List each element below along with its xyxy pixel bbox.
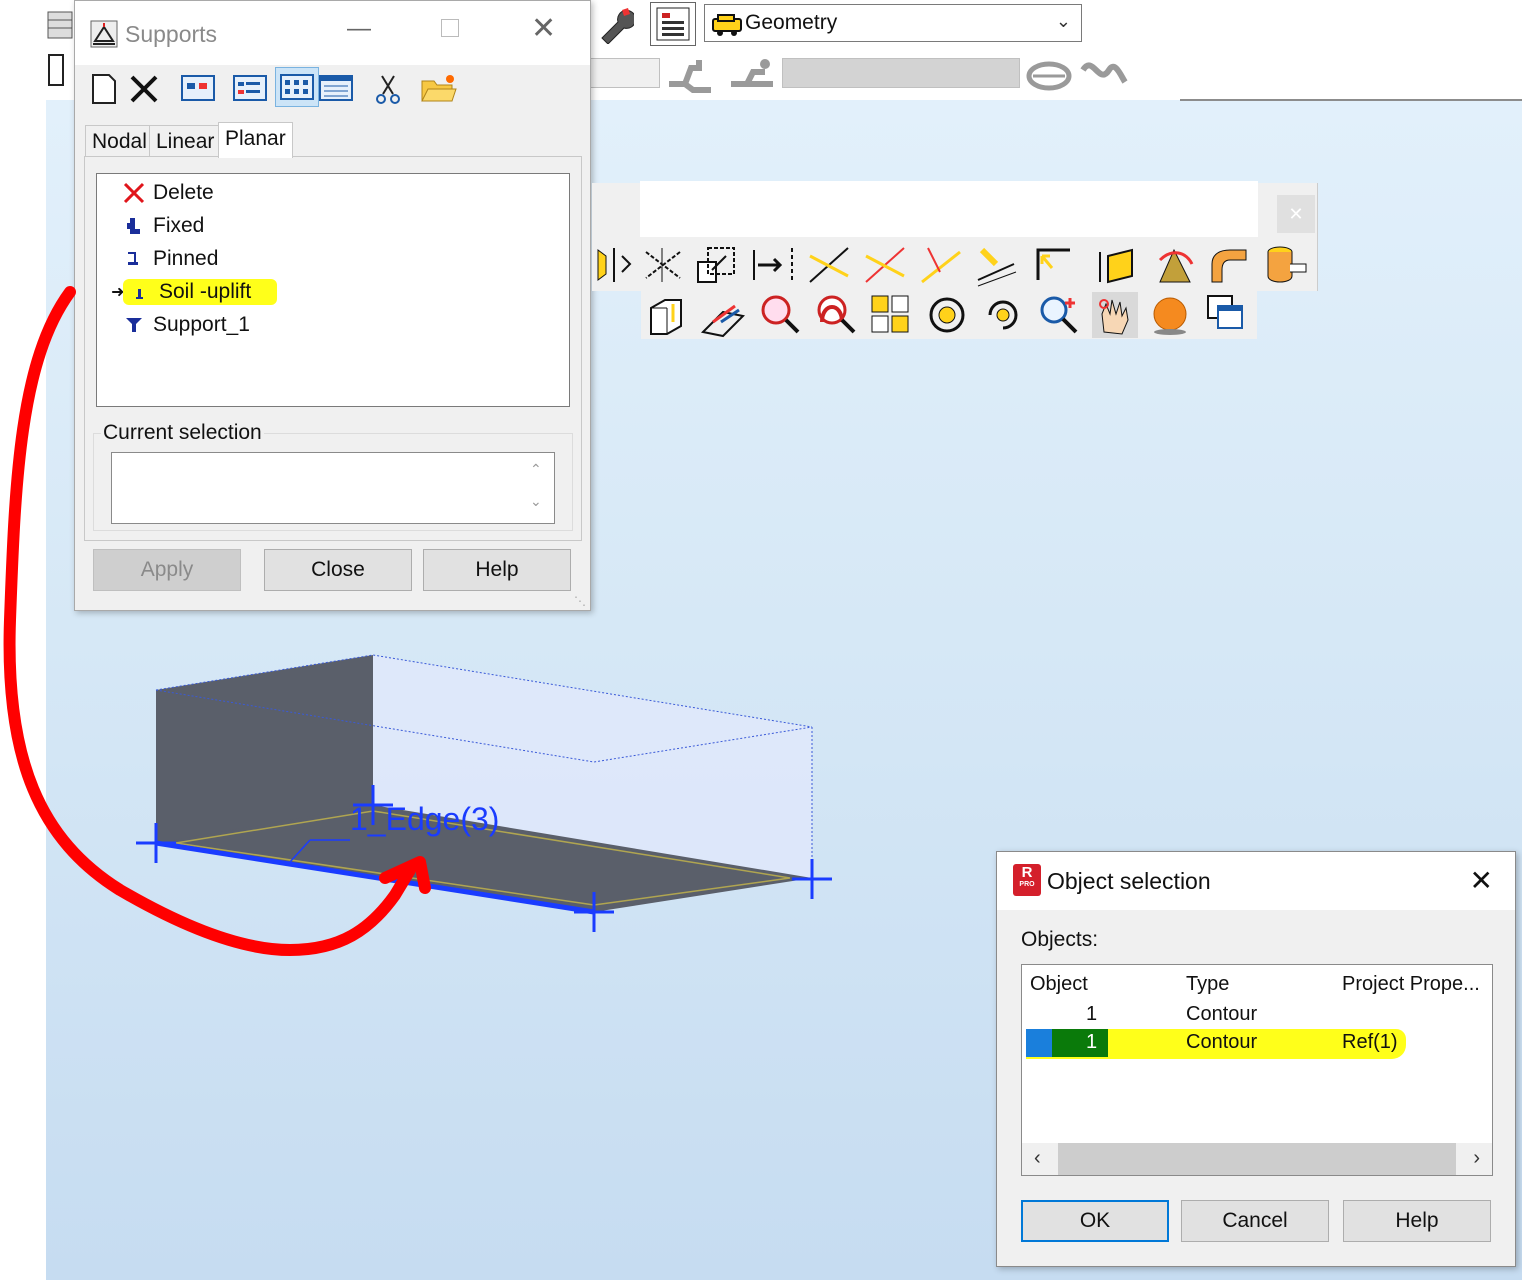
table-row[interactable]: 1 Contour <box>1022 1001 1492 1029</box>
cell-type: Contour <box>1186 1031 1258 1053</box>
objects-list[interactable]: Object Type Project Prope... 1 Contour 1… <box>1021 964 1493 1176</box>
object-selection-titlebar: R PRO Object selection ✕ <box>997 852 1515 910</box>
row-color-marker <box>1026 1029 1052 1057</box>
column-header-project-properties[interactable]: Project Prope... <box>1342 973 1480 996</box>
row-selection-bg <box>1052 1029 1108 1057</box>
cell-project-prop: Ref(1) <box>1342 1031 1398 1053</box>
cell-object: 1 <box>1086 1031 1098 1053</box>
scrollbar-thumb[interactable] <box>1058 1143 1456 1175</box>
table-row-selected[interactable]: 1 Contour Ref(1) <box>1026 1029 1406 1059</box>
column-header-object[interactable]: Object <box>1030 973 1088 996</box>
edge-label: 1_Edge(3) <box>350 801 500 837</box>
cancel-button[interactable]: Cancel <box>1181 1200 1329 1242</box>
cell-object: 1 <box>1086 1003 1098 1025</box>
close-window-button[interactable]: ✕ <box>1470 864 1493 897</box>
robot-pro-icon: R PRO <box>1013 864 1041 896</box>
horizontal-scrollbar[interactable]: ‹ › <box>1022 1143 1492 1175</box>
scroll-left-icon[interactable]: ‹ <box>1034 1147 1041 1170</box>
cell-type: Contour <box>1186 1003 1258 1025</box>
object-selection-title: Object selection <box>1047 868 1211 894</box>
object-selection-dialog: R PRO Object selection ✕ Objects: Object … <box>996 851 1516 1267</box>
objects-label: Objects: <box>1021 928 1099 951</box>
column-header-type[interactable]: Type <box>1186 973 1229 996</box>
help-button[interactable]: Help <box>1343 1200 1491 1242</box>
scroll-right-icon[interactable]: › <box>1473 1147 1480 1170</box>
ok-button[interactable]: OK <box>1021 1200 1169 1242</box>
